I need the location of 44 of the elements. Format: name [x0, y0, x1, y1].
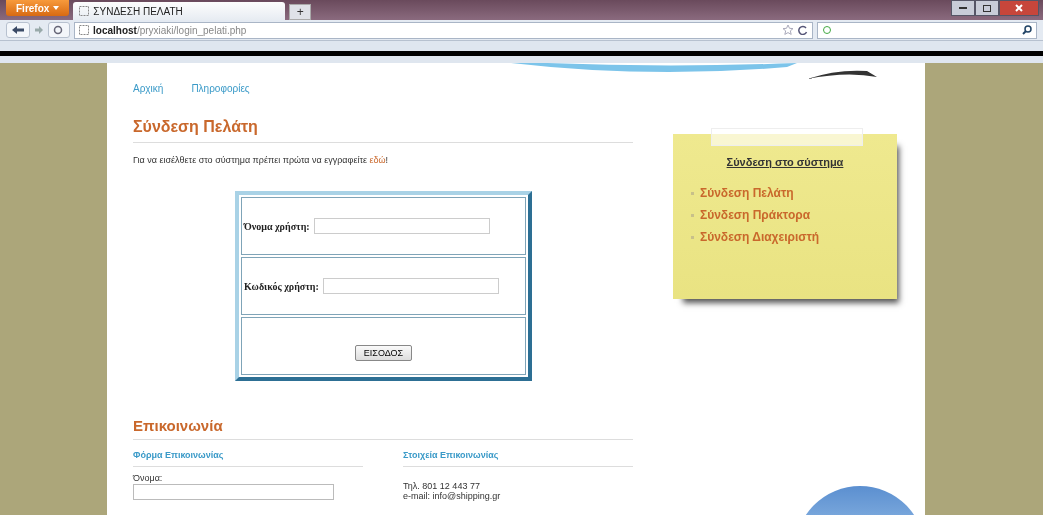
- minimize-button[interactable]: [951, 0, 975, 16]
- star-icon[interactable]: [782, 24, 794, 36]
- register-link[interactable]: εδώ: [369, 155, 386, 165]
- column-title: Φόρμα Επικοινωνίας: [133, 450, 363, 467]
- nav-link[interactable]: Πληροφορίες: [191, 83, 250, 94]
- circle-icon: [53, 25, 65, 35]
- login-link[interactable]: Σύνδεση Διαχειριστή: [691, 230, 820, 244]
- back-arrow-icon: [11, 25, 25, 35]
- back-button[interactable]: [6, 22, 30, 38]
- input-field[interactable]: [322, 278, 499, 294]
- tab-title: ΣΥΝΔΕΣΗ ΠΕΛΑΤΗ: [93, 5, 183, 17]
- close-icon: [1015, 4, 1023, 12]
- intro-text: Για να εισέλθετε στο σύστημα πρέπει πρώτα να εγγραφείτε εδώ!: [133, 155, 390, 165]
- field-label: Όνομα:: [133, 473, 164, 483]
- browser-tab[interactable]: ΣΥΝΔΕΣΗ ΠΕΛΑΤΗ: [73, 2, 286, 20]
- new-tab-button[interactable]: +: [289, 4, 312, 20]
- phone-text: Τηλ. 801 12 443 77: [403, 481, 481, 491]
- input-field[interactable]: [133, 484, 334, 500]
- email-text: e-mail: info@shipping.gr: [403, 491, 502, 501]
- login-link[interactable]: Σύνδεση Πράκτορα: [691, 208, 820, 222]
- page-title: Σύνδεση Πελάτη: [133, 118, 633, 143]
- maximize-icon: [983, 4, 991, 12]
- search-field[interactable]: [817, 21, 1037, 39]
- nav-link[interactable]: Αρχική: [133, 83, 164, 94]
- field-label: Όνομα χρήστη:: [244, 220, 310, 232]
- url-text: localhost/pryxiaki/login_pelati.php: [93, 24, 248, 36]
- login-button[interactable]: ΕΙΣΟΔΟΣ: [354, 345, 413, 361]
- caret-icon: [53, 6, 60, 10]
- close-button[interactable]: [999, 0, 1039, 16]
- column-title: Στοιχεία Επικοινωνίας: [403, 450, 633, 467]
- field-label: Κωδικός χρήστη:: [244, 280, 319, 292]
- reload-icon[interactable]: [798, 25, 808, 35]
- address-field[interactable]: localhost/pryxiaki/login_pelati.php: [74, 21, 813, 39]
- login-link[interactable]: Σύνδεση Πελάτη: [691, 186, 820, 200]
- section-title: Επικοινωνία: [133, 417, 633, 440]
- page-icon: [79, 6, 90, 16]
- firefox-menu-button[interactable]: Firefox: [6, 0, 70, 16]
- identity-button[interactable]: [48, 22, 70, 38]
- maximize-button[interactable]: [975, 0, 999, 16]
- page-icon: [79, 25, 89, 35]
- input-field[interactable]: [313, 218, 490, 234]
- search-icon[interactable]: [1022, 25, 1032, 35]
- minimize-icon: [959, 7, 967, 9]
- sidebar-title[interactable]: Σύνδεση στο σύστημα: [726, 156, 844, 168]
